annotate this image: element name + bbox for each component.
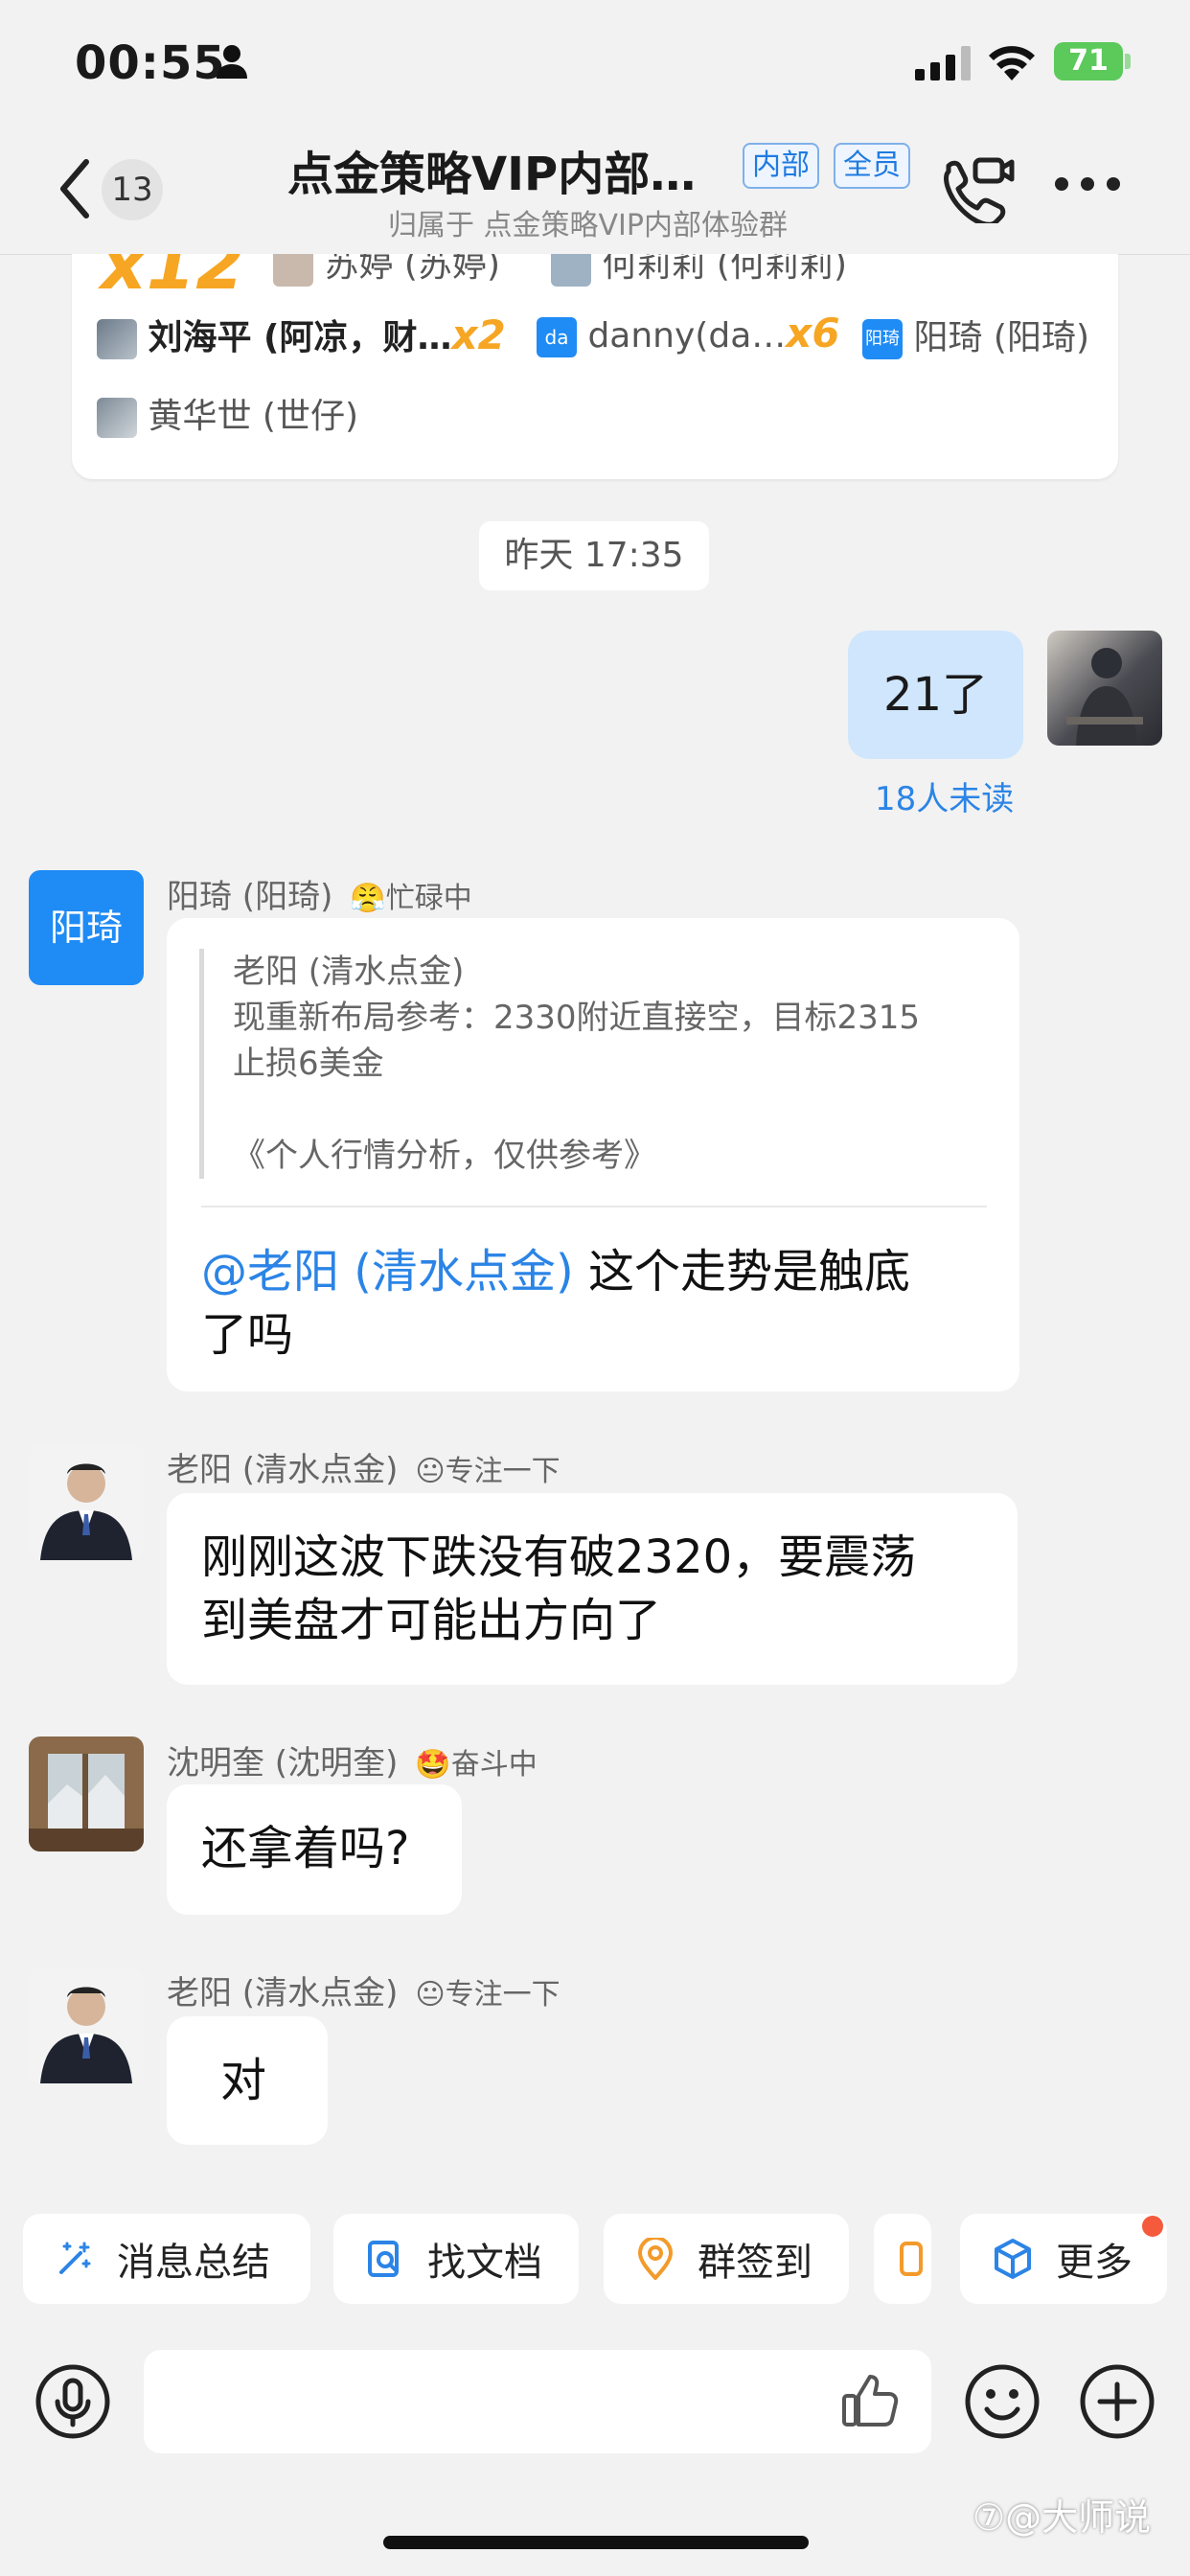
avatar: 阳琦 [862,319,903,359]
reaction-user: 阳琦 阳琦 (阳琦) [862,310,1089,359]
sender-name: 老阳 (清水点金) 😐专注一下 [167,1974,561,2012]
reaction-user: 刘海平 (阿凉，财…x2 [97,310,506,359]
time-divider: 昨天 17:35 [479,521,709,590]
status-badge: 😐专注一下 [415,1455,561,1488]
status-badge: 😤忙碌中 [350,882,472,915]
home-indicator[interactable] [383,2536,809,2549]
status-badge: 😐专注一下 [415,1978,561,2012]
wifi-icon [989,46,1035,80]
back-chevron-icon[interactable] [57,158,92,219]
partial-icon [900,2242,923,2276]
tag-internal: 内部 [743,143,819,189]
video-call-icon[interactable] [939,156,1016,223]
mention-link[interactable]: @老阳 (清水点金) [201,1245,574,1299]
avatar [97,398,137,438]
find-docs-button[interactable]: 找文档 [333,2214,579,2304]
message-text: @老阳 (清水点金) 这个走势是触底 了吗 [201,1245,910,1362]
tag-all-members: 全员 [834,143,910,189]
message-text: 还拿着吗? [201,1822,410,1875]
chat-title[interactable]: 点金策略VIP内部… [287,136,696,203]
reaction-card: x12 苏婷 (苏婷) 何莉莉 (何莉莉) 刘海平 (阿凉，财…x2 da da… [72,254,1118,479]
avatar-photo-icon [1066,648,1143,746]
quote-author: 老阳 (清水点金) [233,953,465,991]
group-checkin-button[interactable]: 群签到 [604,2214,849,2304]
status-time: 00:55 [75,36,226,90]
reaction-user: 何莉莉 (何莉莉) [551,254,847,287]
message-bubble[interactable]: 对 [167,2016,328,2145]
battery-tip [1125,54,1131,69]
self-avatar[interactable] [1047,631,1162,746]
sender-name: 老阳 (清水点金) 😐专注一下 [167,1451,561,1489]
microphone-icon[interactable] [34,2363,111,2440]
location-pin-icon [637,2238,674,2280]
sender-name: 阳琦 (阳琦) 😤忙碌中 [167,878,472,916]
signal-icon [915,46,971,80]
avatar[interactable]: 阳琦 [29,870,144,985]
message-summary-button[interactable]: 消息总结 [23,2214,310,2304]
toolbar-partial-button[interactable] [874,2214,931,2304]
avatar [97,319,137,359]
read-status[interactable]: 18人未读 [875,772,1014,819]
message-input[interactable] [144,2350,931,2453]
avatar[interactable] [29,1445,144,1560]
message-text: 对 [220,2054,267,2107]
message-bubble[interactable]: 刚刚这波下跌没有破2320，要震荡 到美盘才可能出方向了 [167,1493,1018,1685]
message-bubble[interactable]: 还拿着吗? [167,1784,462,1915]
reaction-user: da danny(da…x6 [537,310,840,357]
avatar [273,254,313,287]
avatar-photo-icon [29,1736,144,1852]
status-badge: 🤩奋斗中 [415,1748,538,1782]
magic-wand-icon [59,2242,91,2274]
status-bar: 00:55 71 [0,0,1190,129]
more-options-icon[interactable] [1054,176,1121,192]
quoted-message[interactable]: 老阳 (清水点金) 现重新布局参考：2330附近直接空，目标2315 止损6美金… [199,949,1018,1179]
chat-subtitle: 归属于 点金策略VIP内部体验群 [388,209,788,242]
avatar-photo-icon [29,1968,144,2083]
avatar: da [537,317,577,357]
quote-text: 《个人行情分析，仅供参考》 [233,1137,656,1175]
quote-text: 止损6美金 [233,1045,384,1083]
more-tools-button[interactable]: 更多 [960,2214,1167,2304]
sender-name: 沈明奎 (沈明奎) 🤩奋斗中 [167,1744,538,1782]
message-text: 刚刚这波下跌没有破2320，要震荡 到美盘才可能出方向了 [201,1530,917,1647]
emoji-icon[interactable] [964,2363,1041,2440]
avatar[interactable] [29,1736,144,1852]
battery-indicator: 71 [1054,42,1123,80]
quote-text: 现重新布局参考：2330附近直接空，目标2315 [233,999,921,1037]
self-message-bubble[interactable]: 21了 [848,631,1023,759]
cube-icon [995,2239,1031,2279]
notification-dot [1142,2216,1163,2237]
reaction-user: 黄华世 (世仔) [97,388,358,438]
quote-divider [201,1206,987,1208]
reaction-total: x12 [101,254,245,306]
person-icon [217,45,247,79]
doc-search-icon [368,2241,399,2277]
avatar[interactable] [29,1968,144,2083]
unread-count-badge[interactable]: 13 [102,159,163,220]
plus-icon[interactable] [1079,2363,1156,2440]
watermark: ⑦@大师说 [973,2496,1152,2539]
avatar-photo-icon [29,1445,144,1560]
thumbs-up-icon[interactable] [841,2373,899,2428]
avatar [551,254,591,287]
reaction-user: 苏婷 (苏婷) [273,254,500,287]
